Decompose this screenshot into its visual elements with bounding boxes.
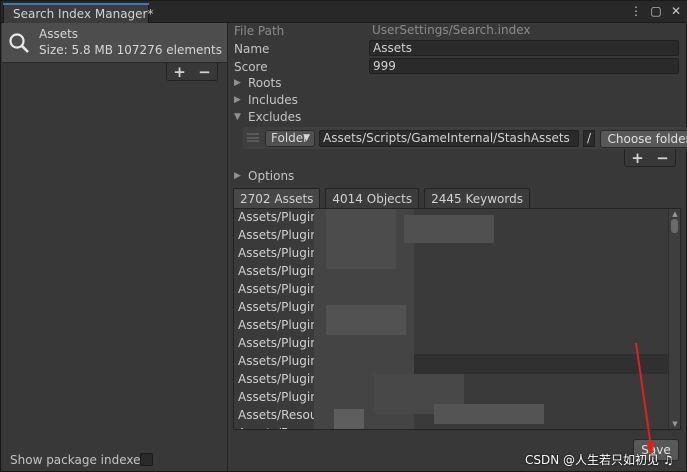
file-path-value: UserSettings/Search.index (372, 23, 531, 37)
window-buttons: ⋮ ▢ ✕ (630, 4, 682, 18)
excludes-label: Excludes (248, 110, 302, 124)
path-separator-button[interactable]: / (583, 130, 595, 147)
watermark-text: CSDN @人生若只如初见 ♫ (525, 453, 674, 467)
add-exclude-button[interactable]: + (625, 149, 650, 167)
maximize-icon[interactable]: ▢ (650, 4, 662, 18)
roots-label: Roots (248, 76, 282, 90)
search-icon (9, 33, 29, 53)
redaction-block (326, 305, 406, 335)
result-tabs: 2702 Assets 4014 Objects 2445 Keywords (233, 188, 530, 209)
window-tab-bar: Search Index Manager* ⋮ ▢ ✕ (1, 1, 687, 23)
score-label: Score (234, 60, 268, 74)
redaction-block (326, 209, 396, 269)
caret-down-icon: ▼ (303, 133, 310, 143)
includes-label: Includes (248, 93, 298, 107)
index-name: Assets (39, 27, 79, 41)
index-element-count: 107276 elements (116, 43, 222, 57)
tab-objects[interactable]: 4014 Objects (325, 188, 420, 209)
add-index-button[interactable]: + (167, 63, 192, 81)
collapsed-arrow-icon: ▶ (234, 78, 241, 88)
result-row[interactable]: Assets/Plugins (238, 390, 324, 408)
scrollbar-thumb[interactable] (671, 219, 678, 233)
score-field[interactable]: 999 (369, 58, 679, 74)
index-settings-panel: File Path UserSettings/Search.index Name… (229, 23, 687, 471)
remove-index-button[interactable]: − (192, 63, 217, 81)
choose-folder-button[interactable]: Choose folder (600, 130, 687, 148)
exclude-path-field[interactable]: Assets/Scripts/GameInternal/StashAssets (319, 130, 579, 147)
file-path-label: File Path (234, 24, 285, 38)
annotation-arrow (635, 342, 655, 455)
roots-foldout[interactable]: ▶ Roots (234, 76, 281, 90)
collapsed-arrow-icon: ▶ (234, 171, 241, 181)
options-foldout[interactable]: ▶ Options (234, 169, 294, 183)
scroll-down-icon[interactable]: ▼ (670, 420, 680, 428)
expanded-arrow-icon: ▼ (234, 112, 241, 122)
active-tab-indicator (3, 3, 149, 5)
result-row[interactable]: Assets/Resour (238, 408, 322, 426)
index-list-panel: Assets Size: 5.8 MB 107276 elements + − … (2, 23, 228, 471)
exclude-entry-row: Folder ▼ Assets/Scripts/GameInternal/Sta… (243, 127, 687, 149)
redaction-block (434, 404, 544, 424)
redaction-block (334, 409, 364, 429)
tab-keywords[interactable]: 2445 Keywords (424, 188, 530, 209)
index-item-assets[interactable]: Assets Size: 5.8 MB 107276 elements (2, 23, 227, 63)
close-icon[interactable]: ✕ (670, 4, 682, 18)
more-icon[interactable]: ⋮ (630, 4, 642, 18)
show-package-indexes-label: Show package indexes (10, 453, 147, 467)
window-title: Search Index Manager* (13, 6, 154, 21)
remove-exclude-button[interactable]: − (650, 149, 675, 167)
results-scrollbar[interactable]: ▲ ▼ (668, 209, 680, 429)
options-label: Options (248, 169, 295, 183)
index-size: Size: 5.8 MB (39, 43, 113, 57)
window-tab[interactable]: Search Index Manager* (3, 3, 154, 23)
show-package-indexes-checkbox[interactable] (140, 453, 153, 466)
results-list[interactable]: Assets/Resources/Local...Assets/ResourAs… (233, 208, 681, 430)
tab-assets[interactable]: 2702 Assets (233, 188, 321, 209)
collapsed-arrow-icon: ▶ (234, 95, 241, 105)
scroll-up-icon[interactable]: ▲ (670, 210, 680, 218)
search-index-manager-window: Search Index Manager* ⋮ ▢ ✕ Assets Size:… (0, 0, 687, 472)
exclude-add-remove: + − (624, 149, 676, 167)
includes-foldout[interactable]: ▶ Includes (234, 93, 298, 107)
name-label: Name (234, 42, 270, 56)
index-list-add-remove: + − (166, 63, 218, 81)
name-field[interactable]: Assets (369, 40, 679, 56)
excludes-foldout[interactable]: ▼ Excludes (234, 110, 301, 124)
exclude-type-dropdown[interactable]: Folder ▼ (265, 130, 315, 147)
redaction-block (404, 215, 494, 243)
drag-handle-icon[interactable] (247, 133, 259, 142)
